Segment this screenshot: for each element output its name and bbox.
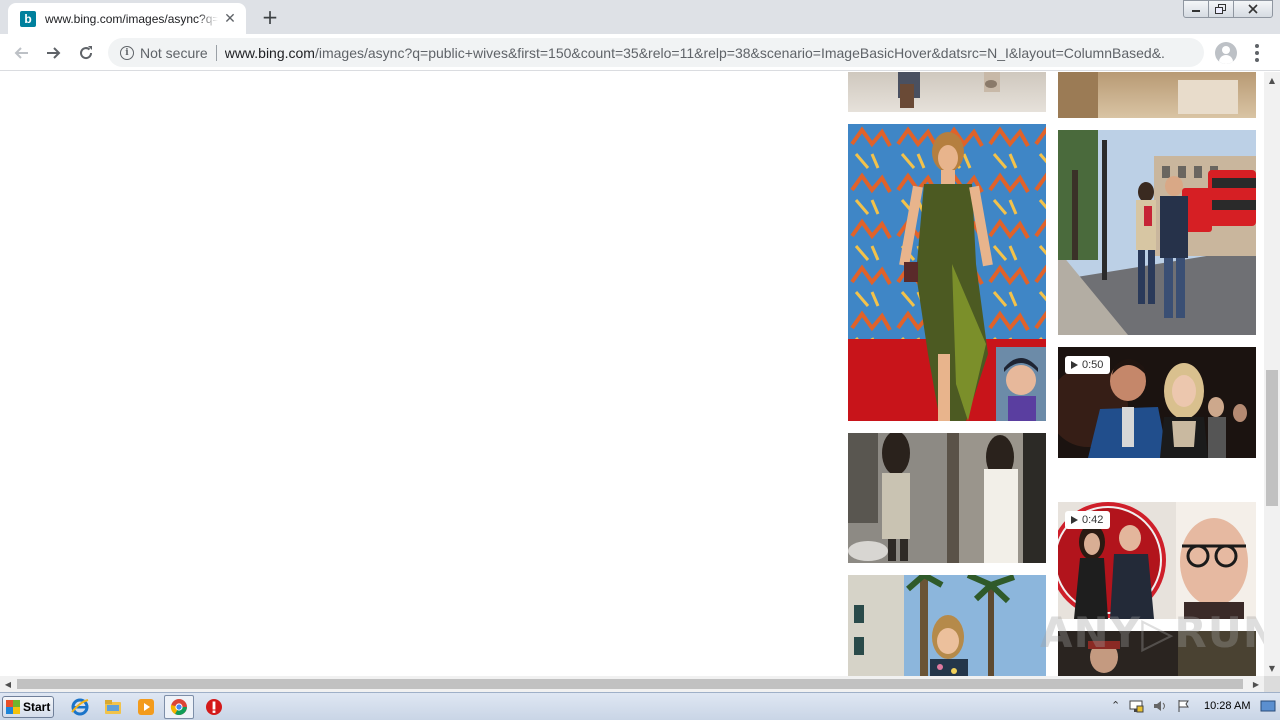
restore-icon (1215, 4, 1226, 14)
network-icon[interactable] (1128, 699, 1144, 716)
image-result[interactable] (848, 124, 1046, 421)
stop-icon[interactable] (205, 698, 223, 716)
volume-glyph (1154, 701, 1165, 711)
video-result[interactable]: 0:42 (1058, 502, 1256, 619)
result-thumbnail (1058, 130, 1256, 335)
chrome-icon[interactable] (164, 695, 194, 719)
flag-glyph (1178, 700, 1189, 712)
scroll-left-arrow-icon[interactable]: ◀ (0, 676, 16, 692)
start-button[interactable]: Start (2, 696, 54, 718)
taskbar: Start ⌃ 10:28 AM (0, 692, 1280, 720)
media-glyph (138, 699, 154, 715)
watermark: ANY▷RUN (1040, 608, 1264, 657)
tab-close-icon[interactable]: ✕ (222, 11, 238, 27)
close-window-button[interactable] (1233, 0, 1273, 18)
network-glyph (1129, 700, 1144, 713)
image-result[interactable] (848, 72, 1046, 112)
scrollbar-corner (1264, 676, 1280, 692)
chrome-glyph (170, 699, 187, 716)
result-thumbnail (848, 433, 1046, 563)
image-result[interactable] (1058, 130, 1256, 335)
tab-title: www.bing.com/images/async?q=public+wives… (45, 11, 218, 26)
url-host: www.bing.com (224, 44, 315, 61)
windows-logo-icon (6, 700, 20, 714)
video-duration-badge: 0:42 (1065, 511, 1111, 529)
vertical-scrollbar[interactable]: ▲ ▼ (1264, 72, 1280, 676)
reload-icon (80, 46, 93, 60)
scroll-up-arrow-icon[interactable]: ▲ (1264, 72, 1280, 88)
show-hidden-icons-icon[interactable]: ⌃ (1111, 699, 1120, 712)
forward-button[interactable] (41, 40, 67, 66)
video-result[interactable]: 0:50 (1058, 347, 1256, 458)
video-duration-badge: 0:50 (1065, 356, 1111, 374)
media-player-icon[interactable] (137, 698, 155, 716)
action-center-flag-icon[interactable] (1176, 699, 1192, 716)
minimize-icon (1192, 10, 1200, 12)
forward-arrow-icon (47, 47, 61, 59)
horizontal-scroll-thumb[interactable] (17, 679, 1243, 689)
reload-button[interactable] (73, 40, 99, 66)
kebab-menu-icon[interactable] (1250, 42, 1264, 64)
result-thumbnail (848, 575, 1046, 676)
vertical-scroll-thumb[interactable] (1266, 370, 1278, 506)
image-result[interactable] (848, 575, 1046, 676)
omnibox-divider (215, 44, 217, 61)
scroll-right-arrow-icon[interactable]: ▶ (1248, 676, 1264, 692)
horizontal-scrollbar[interactable]: ◀ ▶ (0, 676, 1264, 692)
scroll-down-arrow-icon[interactable]: ▼ (1264, 660, 1280, 676)
video-duration: 0:50 (1082, 359, 1104, 371)
close-icon (1248, 4, 1258, 14)
system-clock[interactable]: 10:28 AM (1204, 700, 1250, 712)
url-text[interactable]: www.bing.com/images/async?q=public+wives… (225, 45, 1165, 61)
tab-strip: b www.bing.com/images/async?q=public+wiv… (0, 0, 1280, 34)
ie-glyph (71, 698, 89, 716)
folder-icon[interactable] (104, 698, 122, 716)
url-path: /images/async?q=public+wives&first=150&c… (314, 44, 1165, 61)
page-content: 0:50 0:42 ANY▷RUN (0, 72, 1264, 676)
volume-icon[interactable] (1152, 699, 1168, 716)
back-button[interactable] (8, 40, 34, 66)
new-tab-button[interactable]: + (259, 5, 281, 29)
image-result[interactable] (1058, 72, 1256, 118)
desktop-glyph (1260, 700, 1276, 712)
minimize-window-button[interactable] (1183, 0, 1209, 18)
internet-explorer-icon[interactable] (71, 698, 89, 716)
bing-favicon-icon: b (20, 10, 36, 27)
security-indicator[interactable]: Not secure (140, 45, 208, 61)
show-desktop-icon[interactable] (1260, 699, 1276, 716)
play-icon (1071, 516, 1078, 524)
result-thumbnail (848, 124, 1046, 421)
info-icon[interactable]: i (120, 45, 134, 60)
address-bar[interactable]: i Not secure www.bing.com/images/async?q… (108, 38, 1204, 67)
stop-glyph (206, 699, 222, 715)
play-icon (1071, 361, 1078, 369)
back-arrow-icon (14, 47, 28, 59)
profile-avatar-icon[interactable] (1215, 42, 1237, 64)
browser-toolbar: i Not secure www.bing.com/images/async?q… (0, 34, 1280, 71)
image-result[interactable] (848, 433, 1046, 563)
start-label: Start (23, 700, 51, 714)
restore-window-button[interactable] (1208, 0, 1234, 18)
browser-tab[interactable]: b www.bing.com/images/async?q=public+wiv… (8, 3, 246, 34)
result-thumbnail (898, 72, 1000, 108)
folder-glyph (105, 700, 121, 714)
result-thumbnail (1058, 72, 1238, 118)
video-duration: 0:42 (1082, 514, 1104, 526)
